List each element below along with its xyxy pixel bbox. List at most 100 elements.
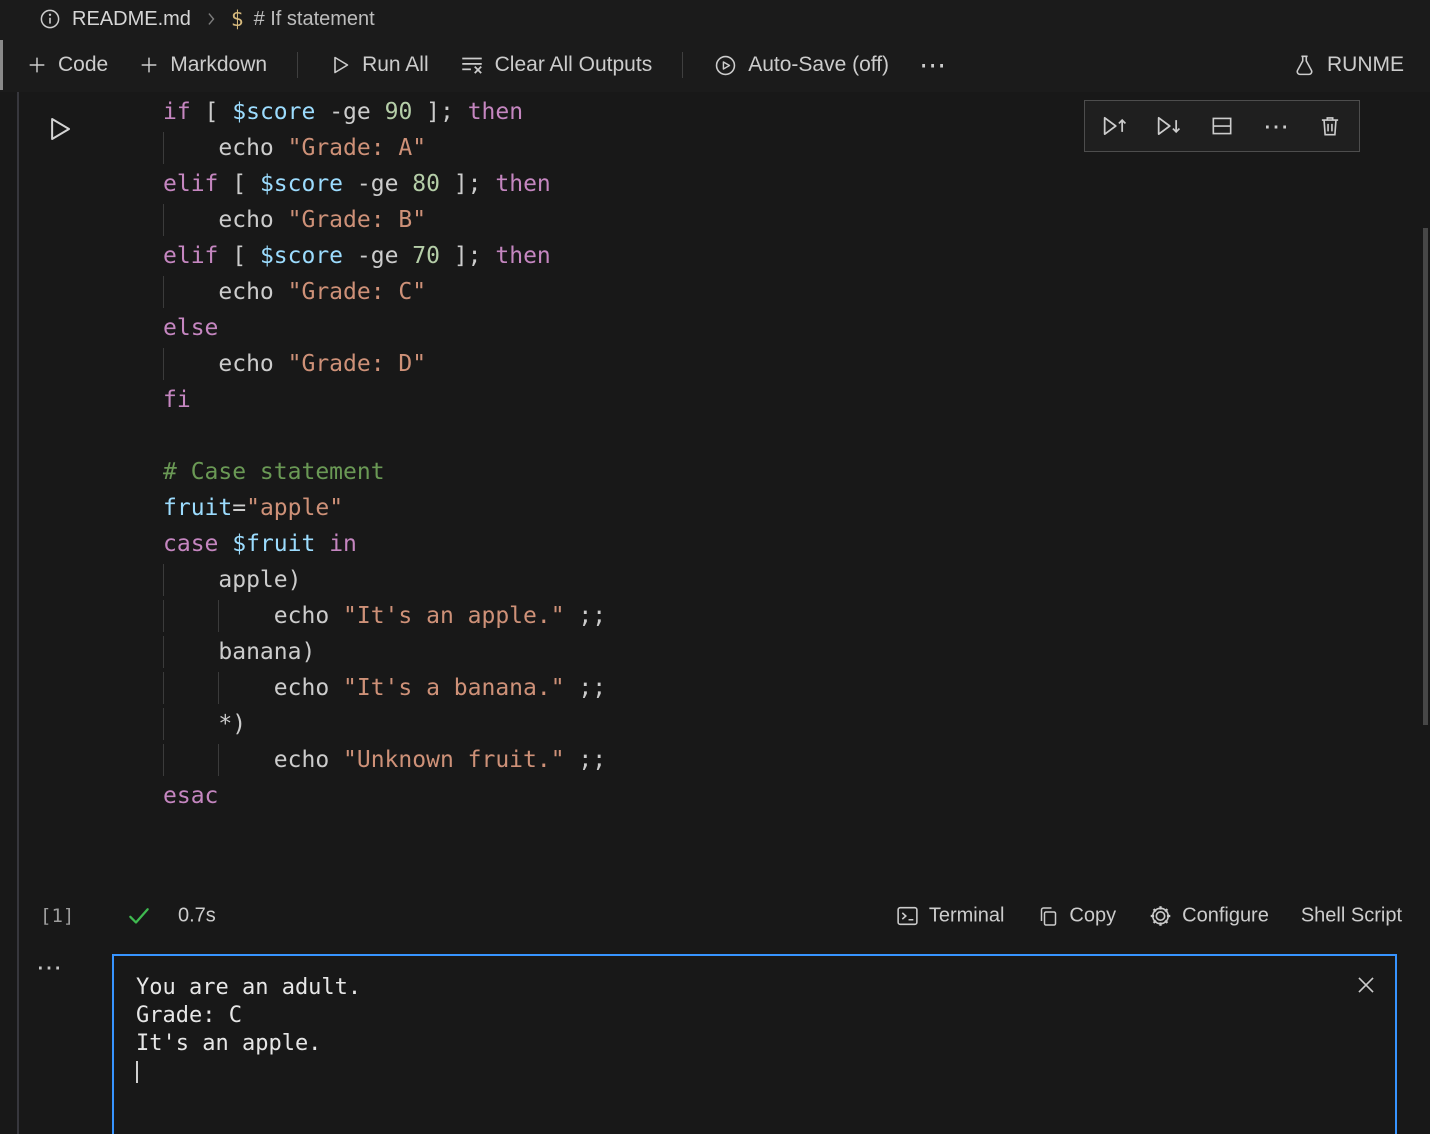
add-code-button[interactable]: Code <box>26 53 108 77</box>
run-all-icon <box>328 53 352 77</box>
code-line[interactable]: # Case statement <box>163 454 606 490</box>
code-line[interactable]: *) <box>163 706 606 742</box>
info-icon[interactable] <box>38 7 62 31</box>
clear-all-label: Clear All Outputs <box>495 53 653 77</box>
notebook-window: README.md $ # If statement Code Markdown… <box>0 0 1430 1134</box>
indent-guide <box>163 348 164 380</box>
close-output-button[interactable] <box>1353 972 1379 998</box>
code-line[interactable]: echo "It's a banana." ;; <box>163 670 606 706</box>
indent-guide <box>163 744 164 776</box>
terminal-output[interactable]: You are an adult.Grade: CIt's an apple. <box>112 954 1397 1134</box>
execution-duration: 0.7s <box>178 905 216 928</box>
output-line: Grade: C <box>136 1002 1373 1030</box>
indent-guide <box>218 744 219 776</box>
code-lines: if [ $score -ge 90 ]; then echo "Grade: … <box>163 94 606 886</box>
code-line[interactable]: echo "Grade: B" <box>163 202 606 238</box>
copy-button[interactable]: Copy <box>1036 904 1116 928</box>
indent-guide <box>218 600 219 632</box>
indent-guide <box>163 132 164 164</box>
split-cell-button[interactable] <box>1207 111 1237 141</box>
indent-guide <box>218 672 219 704</box>
code-line[interactable]: case $fruit in <box>163 526 606 562</box>
indent-guide <box>163 204 164 236</box>
code-line[interactable]: else <box>163 310 606 346</box>
cell-more-actions-button[interactable]: ⋯ <box>1261 111 1291 141</box>
breadcrumb-cell-symbol: $ <box>231 7 244 31</box>
code-line[interactable]: elif [ $score -ge 80 ]; then <box>163 166 606 202</box>
code-line[interactable]: fi <box>163 382 606 418</box>
clear-all-outputs-button[interactable]: Clear All Outputs <box>459 52 653 78</box>
code-editor[interactable]: if [ $score -ge 90 ]; then echo "Grade: … <box>163 94 606 886</box>
auto-save-label: Auto-Save (off) <box>748 53 889 77</box>
chevron-right-icon <box>201 9 221 29</box>
auto-save-button[interactable]: Auto-Save (off) <box>713 53 889 78</box>
code-line[interactable]: echo "Grade: C" <box>163 274 606 310</box>
editor-group-edge <box>0 40 3 90</box>
add-code-label: Code <box>58 53 108 77</box>
output-line: You are an adult. <box>136 974 1373 1002</box>
cell-statusbar: [1] 0.7s Terminal Copy Configure Shell S… <box>0 893 1430 939</box>
terminal-icon <box>895 904 920 929</box>
code-line[interactable]: if [ $score -ge 90 ]; then <box>163 94 606 130</box>
code-line[interactable] <box>163 814 606 850</box>
code-line[interactable]: echo "Unknown fruit." ;; <box>163 742 606 778</box>
indent-guide <box>163 636 164 668</box>
configure-label: Configure <box>1182 905 1269 928</box>
gear-icon <box>1148 904 1173 929</box>
indent-guide <box>163 708 164 740</box>
code-line[interactable]: esac <box>163 778 606 814</box>
add-markdown-label: Markdown <box>170 53 267 77</box>
indent-guide <box>163 672 164 704</box>
run-all-label: Run All <box>362 53 429 77</box>
copy-label: Copy <box>1069 905 1116 928</box>
plus-icon <box>138 54 160 76</box>
output-line: It's an apple. <box>136 1030 1373 1058</box>
indent-guide <box>163 600 164 632</box>
code-line[interactable]: apple) <box>163 562 606 598</box>
output-lines: You are an adult.Grade: CIt's an apple. <box>136 974 1373 1058</box>
language-label: Shell Script <box>1301 905 1402 928</box>
code-line[interactable]: echo "It's an apple." ;; <box>163 598 606 634</box>
indent-guide <box>163 564 164 596</box>
terminal-label: Terminal <box>929 905 1005 928</box>
toolbar-separator <box>682 52 683 78</box>
code-line[interactable] <box>163 850 606 886</box>
add-markdown-button[interactable]: Markdown <box>138 53 267 77</box>
language-picker[interactable]: Shell Script <box>1301 905 1402 928</box>
terminal-button[interactable]: Terminal <box>895 904 1005 929</box>
toolbar-separator <box>297 52 298 78</box>
code-line[interactable]: echo "Grade: D" <box>163 346 606 382</box>
code-line[interactable] <box>163 418 606 454</box>
cell-focus-border <box>17 92 19 1134</box>
clear-all-icon <box>459 52 485 78</box>
breadcrumb-file[interactable]: README.md <box>72 8 191 31</box>
terminal-cursor <box>136 1061 138 1083</box>
copy-icon <box>1036 904 1060 928</box>
runme-label: RUNME <box>1327 53 1404 77</box>
code-line[interactable]: elif [ $score -ge 70 ]; then <box>163 238 606 274</box>
code-line[interactable]: echo "Grade: A" <box>163 130 606 166</box>
execute-below-button[interactable] <box>1153 111 1183 141</box>
cell-status-actions: Terminal Copy Configure Shell Script <box>895 904 1402 929</box>
execution-count: [1] <box>40 905 74 927</box>
configure-button[interactable]: Configure <box>1148 904 1269 929</box>
code-line[interactable]: banana) <box>163 634 606 670</box>
cell-toolbar: ⋯ <box>1084 100 1360 152</box>
run-all-button[interactable]: Run All <box>328 53 429 77</box>
output-cursor-line <box>136 1058 1373 1086</box>
play-circle-icon <box>713 53 738 78</box>
plus-icon <box>26 54 48 76</box>
code-line[interactable]: fruit="apple" <box>163 490 606 526</box>
execute-above-button[interactable] <box>1099 111 1129 141</box>
editor-scrollbar[interactable] <box>1423 228 1428 725</box>
output-more-actions-button[interactable]: ⋯ <box>36 952 62 983</box>
toolbar-more-actions-button[interactable]: ⋯ <box>919 50 947 81</box>
notebook-toolbar: Code Markdown Run All Clear All Outputs … <box>0 38 1430 92</box>
breadcrumb-cell-label[interactable]: # If statement <box>254 8 375 31</box>
indent-guide <box>163 276 164 308</box>
runme-flask-icon <box>1292 53 1317 78</box>
delete-cell-button[interactable] <box>1315 111 1345 141</box>
runme-button[interactable]: RUNME <box>1292 53 1404 78</box>
breadcrumb: README.md $ # If statement <box>0 0 1430 38</box>
run-cell-button[interactable] <box>44 113 74 145</box>
